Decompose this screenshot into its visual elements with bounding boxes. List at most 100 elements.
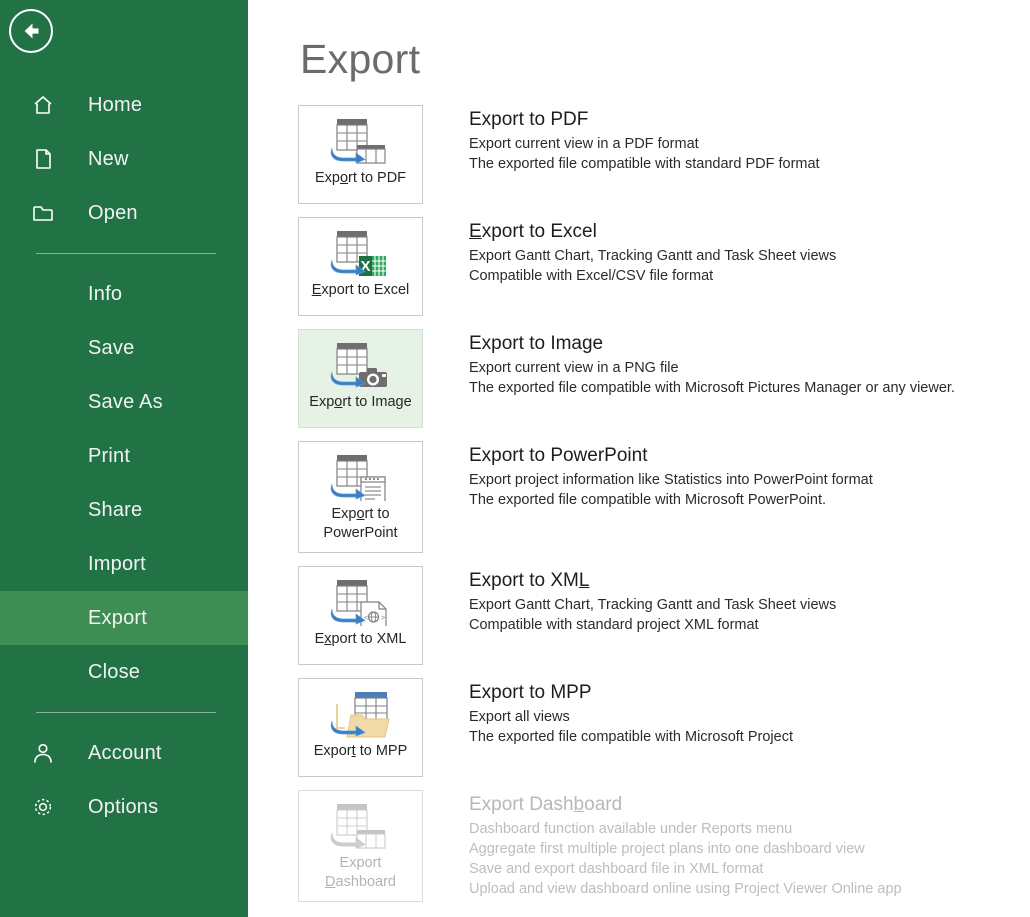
- sidebar-item-label: Save As: [88, 390, 163, 413]
- backstage-main: Export Export to PDF Export to PDF Expor…: [248, 0, 1030, 917]
- export-tile[interactable]: X Export to Excel: [298, 217, 423, 316]
- sidebar-item-print[interactable]: Print: [0, 429, 248, 483]
- export-options-list: Export to PDF Export to PDF Export curre…: [248, 105, 1030, 915]
- export-description-line: Export Gantt Chart, Tracking Gantt and T…: [469, 248, 837, 264]
- sidebar-item-export[interactable]: Export: [0, 591, 248, 645]
- home-icon: [28, 90, 58, 120]
- sidebar-divider: [36, 253, 216, 254]
- sidebar-item-label: Options: [88, 795, 159, 818]
- table-to-xml-icon: < >: [329, 578, 393, 626]
- gear-icon: [28, 792, 58, 822]
- export-option-row: Export to PowerPoint Export to PowerPoint…: [248, 441, 1030, 553]
- export-tile[interactable]: Export to PDF: [298, 105, 423, 204]
- sidebar-item-label: Import: [88, 552, 146, 575]
- export-description: Export to Image Export current view in a…: [469, 329, 955, 398]
- export-description-title: Export to Excel: [469, 221, 597, 242]
- export-tile-label: Export to XML: [314, 631, 407, 647]
- page-title: Export: [300, 36, 421, 82]
- export-description-line: Aggregate first multiple project plans i…: [469, 841, 865, 857]
- export-description-title: Export to MPP: [469, 682, 592, 703]
- person-icon: [28, 738, 58, 768]
- sidebar-item-label: Home: [88, 93, 143, 116]
- export-description-line: Export current view in a PDF format: [469, 136, 699, 152]
- page-icon: [28, 144, 58, 174]
- back-arrow-glyph: [24, 23, 39, 39]
- sidebar-item-label: Close: [88, 660, 141, 683]
- export-description-line: The exported file compatible with Micros…: [469, 729, 793, 745]
- sidebar-item-account[interactable]: Account: [0, 726, 248, 780]
- sidebar-item-label: Account: [88, 741, 162, 764]
- sidebar-divider: [36, 712, 216, 713]
- export-tile-label: Export to MPP: [313, 743, 408, 759]
- sidebar-item-open[interactable]: Open: [0, 186, 248, 240]
- export-description-line: Compatible with standard project XML for…: [469, 617, 759, 633]
- backstage-sidebar: Home New Open Info Save Save As Print Share Impo…: [0, 0, 248, 917]
- table-to-slide-icon: [329, 453, 393, 501]
- export-tile[interactable]: Export to PowerPoint: [298, 441, 423, 553]
- table-to-table-icon: [329, 117, 393, 164]
- export-description: Export to PDF Export current view in a P…: [469, 105, 820, 174]
- sidebar-item-import[interactable]: Import: [0, 537, 248, 591]
- table-to-folder-icon: [329, 690, 393, 738]
- sidebar-item-share[interactable]: Share: [0, 483, 248, 537]
- sidebar-item-label: Open: [88, 201, 138, 224]
- export-tile-label: Export to Image: [309, 394, 412, 410]
- sidebar-item-label: New: [88, 147, 129, 170]
- export-description-line: Export all views: [469, 709, 570, 725]
- export-description-title: Export to PowerPoint: [469, 445, 648, 466]
- export-description-line: Save and export dashboard file in XML fo…: [469, 861, 764, 877]
- export-description: Export to PowerPoint Export project info…: [469, 441, 873, 510]
- backstage-nav-list: Home New Open Info Save Save As Print Share Impo…: [0, 78, 248, 834]
- export-description-line: Export Gantt Chart, Tracking Gantt and T…: [469, 597, 837, 613]
- table-to-camera-icon: [329, 341, 393, 388]
- export-tile[interactable]: Export to MPP: [298, 678, 423, 777]
- export-description-line: Export project information like Statisti…: [469, 472, 873, 488]
- export-option-row: Export to MPP Export to MPP Export all v…: [248, 678, 1030, 777]
- export-description-line: The exported file compatible with Micros…: [469, 380, 955, 396]
- export-description-line: Export current view in a PNG file: [469, 360, 679, 376]
- export-tile-label: Export to Excel: [311, 282, 410, 298]
- export-tile: Export Dashboard: [298, 790, 423, 902]
- export-tile[interactable]: Export to Image: [298, 329, 423, 428]
- sidebar-item-save-as[interactable]: Save As: [0, 375, 248, 429]
- export-description: Export to MPP Export all views The export…: [469, 678, 793, 747]
- sidebar-item-home[interactable]: Home: [0, 78, 248, 132]
- export-description-line: The exported file compatible with Micros…: [469, 492, 827, 508]
- sidebar-item-label: Export: [88, 606, 148, 629]
- export-description-title: Export to Image: [469, 333, 604, 354]
- export-description-title: Export to XML: [469, 570, 590, 591]
- export-tile-label: Export to PowerPoint: [323, 506, 398, 541]
- export-description-line: The exported file compatible with standa…: [469, 156, 820, 172]
- export-description-title: Export to PDF: [469, 109, 589, 130]
- sidebar-item-label: Share: [88, 498, 143, 521]
- table-to-table-icon: [329, 802, 393, 849]
- back-arrow-icon[interactable]: [9, 9, 53, 53]
- table-to-excel-icon: X: [329, 229, 393, 276]
- export-option-row: < > Export to XML Export to XML Export G…: [248, 566, 1030, 665]
- sidebar-item-options[interactable]: Options: [0, 780, 248, 834]
- sidebar-item-label: Print: [88, 444, 131, 467]
- export-tile[interactable]: < > Export to XML: [298, 566, 423, 665]
- export-description-line: Dashboard function available under Repor…: [469, 821, 793, 837]
- export-description-line: Compatible with Excel/CSV file format: [469, 268, 714, 284]
- export-option-row: Export Dashboard Export Dashboard Dashboa…: [248, 790, 1030, 902]
- export-tile-label: Export to PDF: [314, 170, 407, 186]
- backstage-view: Home New Open Info Save Save As Print Share Impo…: [0, 0, 1030, 917]
- export-description: Export to XML Export Gantt Chart, Tracki…: [469, 566, 836, 635]
- export-tile-label: Export Dashboard: [325, 855, 396, 890]
- sidebar-item-new[interactable]: New: [0, 132, 248, 186]
- folder-icon: [28, 198, 58, 228]
- svg-text:>: >: [381, 615, 385, 622]
- export-option-row: Export to Image Export to Image Export c…: [248, 329, 1030, 428]
- sidebar-item-label: Info: [88, 282, 123, 305]
- export-description-title: Export Dashboard: [469, 794, 623, 815]
- export-option-row: Export to PDF Export to PDF Export curre…: [248, 105, 1030, 204]
- sidebar-item-save[interactable]: Save: [0, 321, 248, 375]
- sidebar-item-close[interactable]: Close: [0, 645, 248, 699]
- export-option-row: X Export to Excel Export to Excel Export…: [248, 217, 1030, 316]
- sidebar-item-label: Save: [88, 336, 135, 359]
- sidebar-item-info[interactable]: Info: [0, 267, 248, 321]
- export-description: Export to Excel Export Gantt Chart, Trac…: [469, 217, 836, 286]
- export-description: Export Dashboard Dashboard function avai…: [469, 790, 902, 899]
- export-description-line: Upload and view dashboard online using P…: [469, 881, 902, 897]
